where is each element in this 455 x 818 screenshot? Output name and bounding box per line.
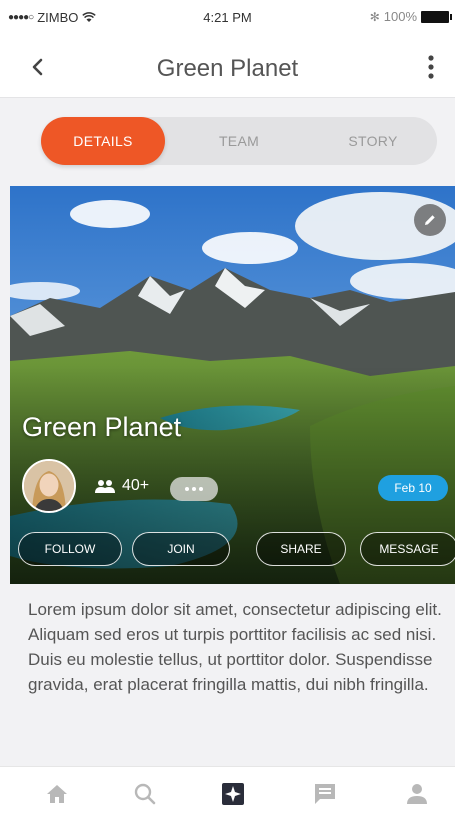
date-badge: Feb 10 (378, 475, 448, 501)
profile-icon (407, 784, 427, 804)
people-icon (95, 480, 115, 493)
navigation-bar: Green Planet (0, 36, 455, 98)
tab-featured[interactable] (218, 779, 248, 809)
status-bar: ●●●●○ ZIMBO 4:21 PM ✻ 100% (0, 0, 455, 36)
more-members-button[interactable] (170, 477, 218, 501)
bluetooth-icon: ✻ (369, 9, 380, 24)
avatar[interactable] (22, 459, 76, 513)
description-text: Lorem ipsum dolor sit amet, consectetur … (28, 600, 442, 694)
follow-button[interactable]: FOLLOW (18, 532, 122, 566)
featured-icon (222, 783, 244, 805)
user-photo (24, 461, 74, 511)
vertical-ellipsis-icon (428, 55, 434, 79)
join-button[interactable]: JOIN (132, 532, 230, 566)
pencil-icon (425, 215, 435, 225)
tab-bar (0, 766, 455, 818)
tab-home[interactable] (42, 779, 72, 809)
battery-icon (421, 10, 452, 23)
tab-chat[interactable] (310, 779, 340, 809)
tab-profile[interactable] (402, 779, 432, 809)
action-buttons: FOLLOW JOIN SHARE MESSAGE (18, 532, 455, 566)
more-options-button[interactable] (419, 52, 443, 82)
segmented-control: DETAILS TEAM STORY (41, 117, 437, 165)
tab-search[interactable] (130, 779, 160, 809)
hero-card: Green Planet 40+ Feb 10 FOLLOW JOIN SHAR… (10, 186, 455, 584)
home-icon (47, 785, 67, 803)
share-button[interactable]: SHARE (256, 532, 346, 566)
group-title: Green Planet (22, 412, 182, 442)
search-icon (134, 783, 156, 805)
landscape-image (10, 186, 455, 584)
dot (185, 487, 189, 491)
tab-story[interactable]: STORY (309, 117, 437, 165)
page-title: Green Planet (156, 55, 299, 82)
tab-details[interactable]: DETAILS (41, 117, 165, 165)
dot (199, 487, 203, 491)
battery-percentage: 100% (383, 9, 417, 24)
edit-button[interactable] (414, 204, 446, 236)
member-count-label: 40+ (122, 477, 150, 494)
dot (192, 487, 196, 491)
chat-icon (315, 784, 335, 804)
message-button[interactable]: MESSAGE (360, 532, 455, 566)
tab-team[interactable]: TEAM (175, 117, 303, 165)
member-count: 40+ (94, 477, 149, 495)
